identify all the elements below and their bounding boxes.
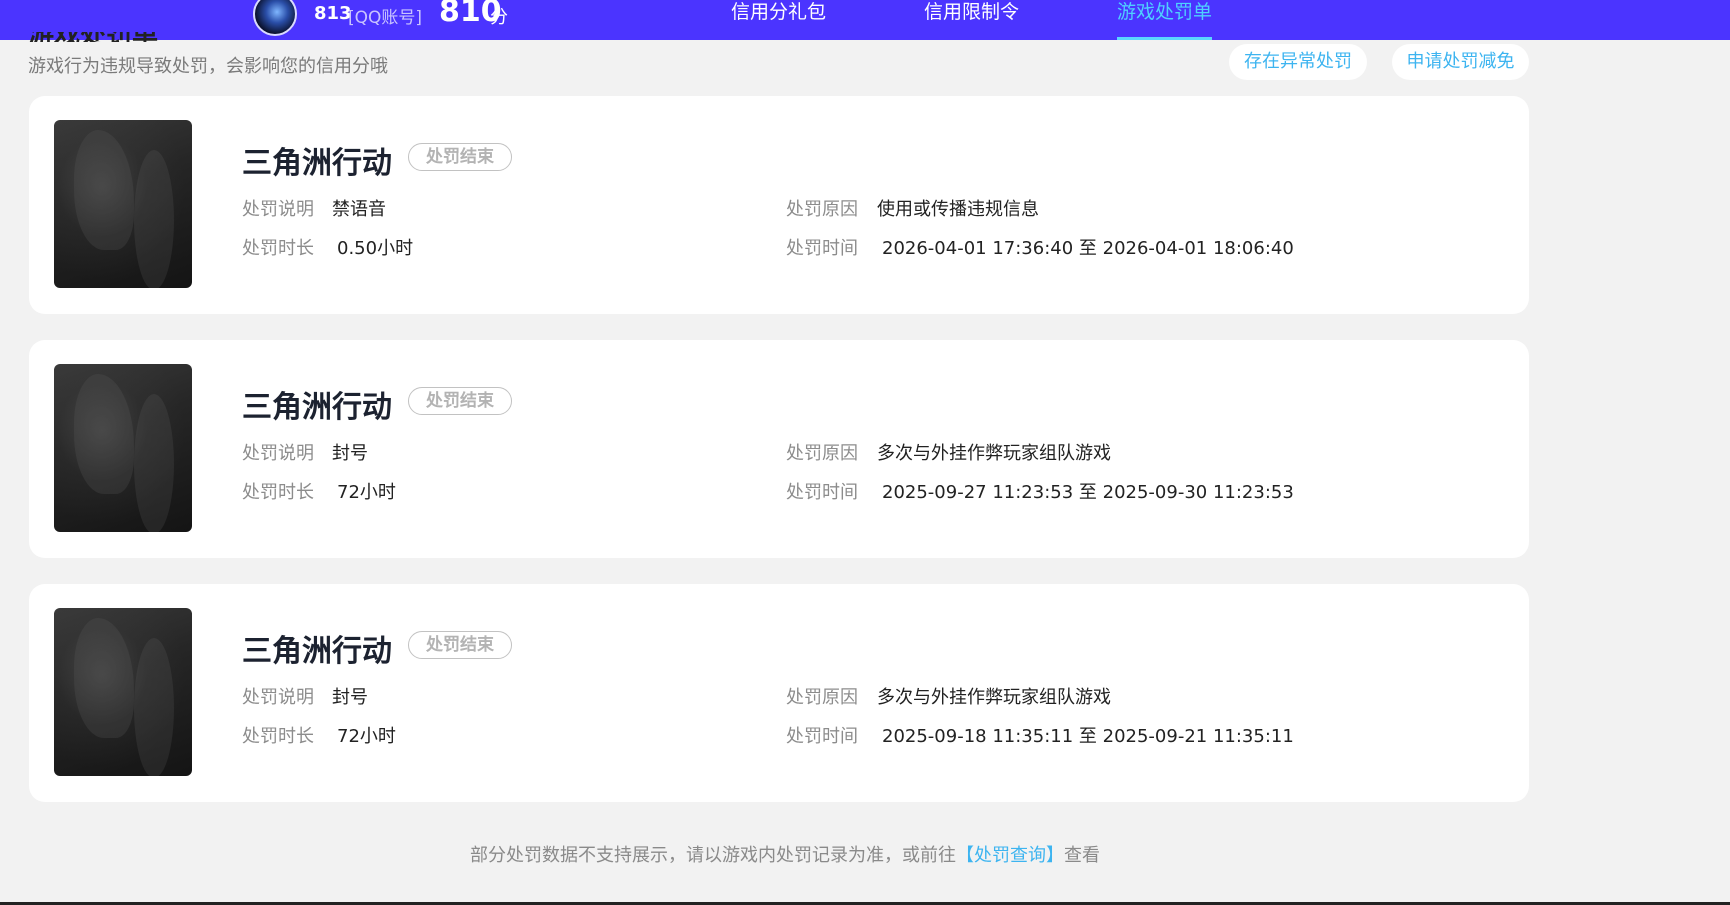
game-name: 三角洲行动 (242, 634, 392, 669)
user-avatar[interactable] (253, 0, 297, 36)
time-label: 处罚时间 (786, 482, 858, 503)
active-tab-indicator (1117, 37, 1213, 40)
time-label: 处罚时间 (786, 238, 858, 259)
game-thumbnail (54, 120, 192, 288)
status-badge: 处罚结束 (408, 387, 512, 415)
penalty-query-link[interactable]: 【处罚查询】 (956, 845, 1064, 866)
time-value: 2025-09-27 11:23:53 至 2025-09-30 11:23:5… (882, 482, 1294, 503)
penalty-card: 三角洲行动 处罚结束 处罚说明 禁语音 处罚时长 0.50小时 处罚原因 使用或… (29, 96, 1529, 314)
game-thumbnail (54, 364, 192, 532)
desc-label: 处罚说明 (242, 443, 314, 464)
duration-value: 72小时 (337, 482, 396, 503)
apply-reduction-button[interactable]: 申请处罚减免 (1392, 44, 1529, 80)
tab-credit-restriction[interactable]: 信用限制令 (924, 0, 1019, 40)
footer-note-suffix: 查看 (1064, 845, 1100, 866)
reason-value: 多次与外挂作弊玩家组队游戏 (877, 443, 1111, 464)
tab-label: 信用分礼包 (731, 1, 827, 23)
game-thumbnail (54, 608, 192, 776)
credit-score-unit: 分 (490, 7, 508, 28)
duration-value: 0.50小时 (337, 238, 414, 259)
tab-game-penalty[interactable]: 游戏处罚单 (1117, 0, 1213, 40)
section-title: 游戏处罚单 (28, 32, 178, 42)
penalty-card: 三角洲行动 处罚结束 处罚说明 封号 处罚时长 72小时 处罚原因 多次与外挂作… (29, 584, 1529, 802)
reason-label: 处罚原因 (786, 443, 858, 464)
account-type-tag: [QQ账号] (348, 8, 423, 28)
tab-label: 游戏处罚单 (1117, 1, 1213, 23)
penalty-card: 三角洲行动 处罚结束 处罚说明 封号 处罚时长 72小时 处罚原因 多次与外挂作… (29, 340, 1529, 558)
duration-value: 72小时 (337, 726, 396, 747)
tab-credit-gift[interactable]: 信用分礼包 (731, 0, 826, 40)
time-label: 处罚时间 (786, 726, 858, 747)
status-badge: 处罚结束 (408, 631, 512, 659)
abnormal-penalty-button[interactable]: 存在异常处罚 (1229, 44, 1367, 80)
desc-label: 处罚说明 (242, 199, 314, 220)
reason-value: 使用或传播违规信息 (877, 199, 1039, 220)
user-id: 813 (314, 3, 352, 24)
reason-label: 处罚原因 (786, 199, 858, 220)
duration-label: 处罚时长 (242, 726, 314, 747)
section-subtitle: 游戏行为违规导致处罚，会影响您的信用分哦 (28, 56, 388, 77)
duration-label: 处罚时长 (242, 238, 314, 259)
time-value: 2026-04-01 17:36:40 至 2026-04-01 18:06:4… (882, 238, 1294, 259)
game-name: 三角洲行动 (242, 390, 392, 425)
status-badge: 处罚结束 (408, 143, 512, 171)
desc-value: 封号 (332, 687, 368, 708)
reason-label: 处罚原因 (786, 687, 858, 708)
game-name: 三角洲行动 (242, 146, 392, 181)
footer-note-text: 部分处罚数据不支持展示，请以游戏内处罚记录为准，或前往 (470, 845, 956, 866)
desc-value: 封号 (332, 443, 368, 464)
desc-value: 禁语音 (332, 199, 386, 220)
desc-label: 处罚说明 (242, 687, 314, 708)
time-value: 2025-09-18 11:35:11 至 2025-09-21 11:35:1… (882, 726, 1294, 747)
top-nav-bar: 813 [QQ账号] 810 分 信用分礼包 信用限制令 游戏处罚单 (0, 0, 1730, 40)
tab-label: 信用限制令 (924, 1, 1020, 23)
reason-value: 多次与外挂作弊玩家组队游戏 (877, 687, 1111, 708)
footer-note: 部分处罚数据不支持展示，请以游戏内处罚记录为准，或前往【处罚查询】查看 (470, 841, 1100, 867)
duration-label: 处罚时长 (242, 482, 314, 503)
